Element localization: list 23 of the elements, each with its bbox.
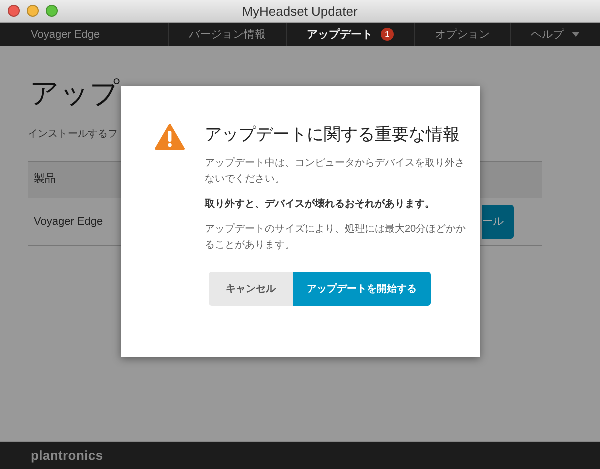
table-cell: Voyager Edge [34,216,104,228]
zoom-button[interactable] [46,5,58,17]
nav-tab[interactable]: オプション [414,23,510,46]
dialog-message: アップデート中は、コンピュータからデバイスを取り外さないでください。 [205,156,466,187]
nav-tab[interactable]: バージョン情報 [168,23,286,46]
dialog-message: 取り外すと、デバイスが壊れるおそれがあります。 [205,198,436,212]
install-button[interactable]: ール [482,204,514,238]
cancel-button[interactable]: キャンセル [209,272,293,306]
nav-tab[interactable]: アップデート 1 [286,23,414,46]
dialog-title: アップデートに関する重要な情報 [205,124,461,146]
start-button[interactable]: アップデートを開始する [293,272,431,306]
window-title: MyHeadset Updater [242,4,358,18]
page-heading: アップ [30,80,120,109]
product-name: Voyager Edge [30,28,102,40]
minimize-button[interactable] [27,5,39,17]
brand-logo: plantronics [31,448,104,463]
warning-icon [155,124,185,150]
close-button[interactable] [8,5,20,17]
column-header: 製品 [34,172,56,186]
nav-tab[interactable]: ヘルプ [510,23,600,46]
count-badge: 1 [381,28,394,41]
page-subtitle: インストールするフ [28,128,118,141]
dialog-message: アップデートのサイズにより、処理には最大20分ほどかかることがあります。 [205,222,467,253]
